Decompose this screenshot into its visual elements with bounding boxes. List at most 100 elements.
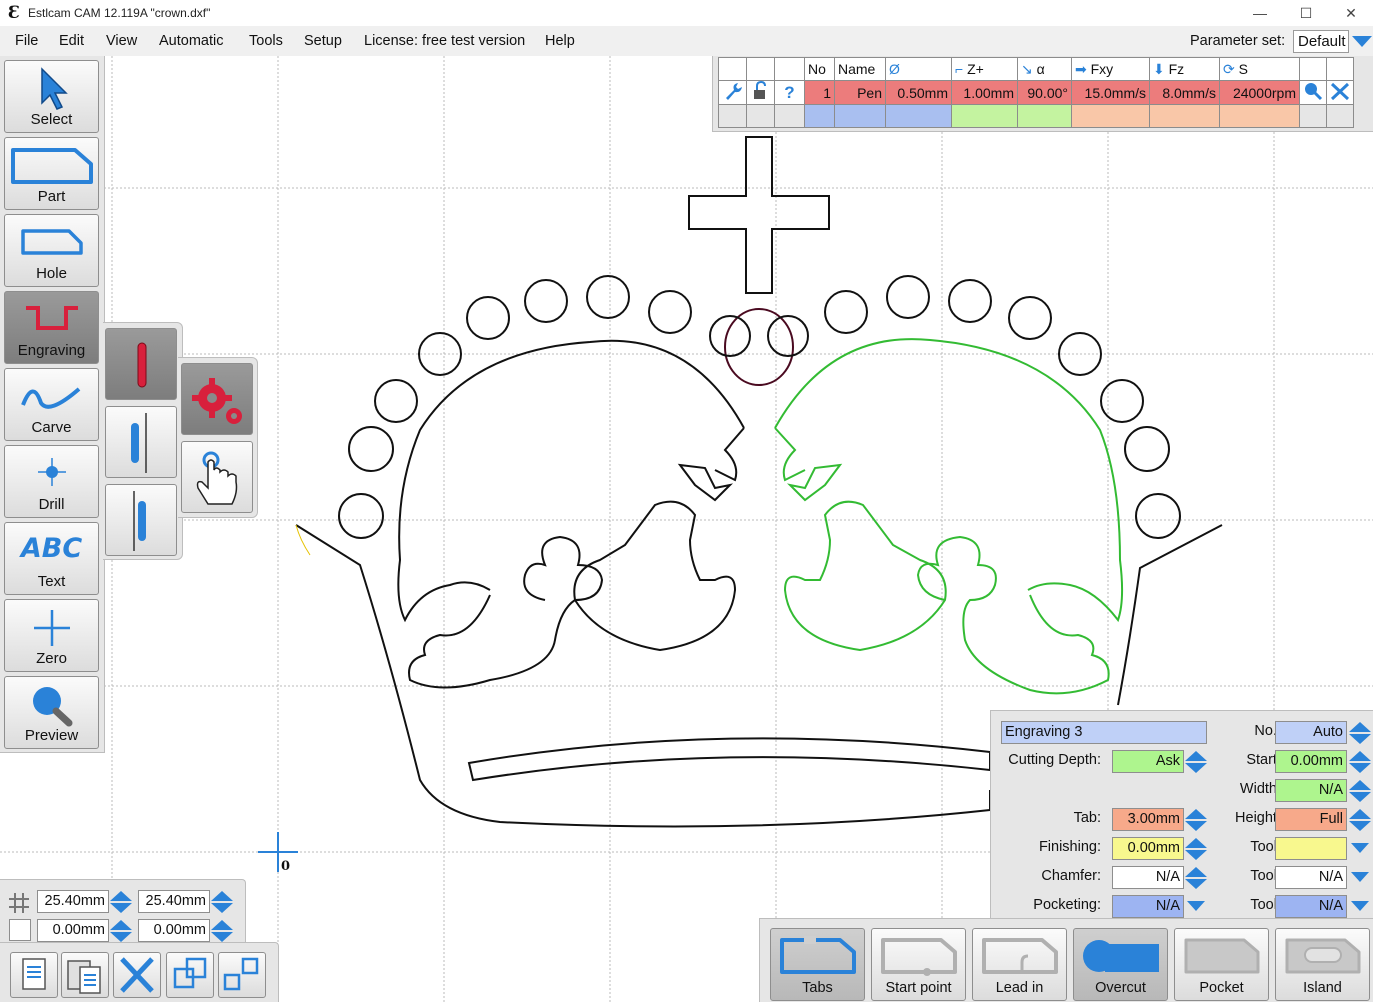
start-spinner-icon[interactable]: [1349, 751, 1371, 773]
wrench-icon[interactable]: [718, 80, 747, 105]
lead-in-button[interactable]: Lead in: [972, 928, 1067, 1001]
close-button[interactable]: ✕: [1328, 0, 1373, 26]
col-speed[interactable]: ⟳ S: [1219, 57, 1300, 81]
delete-button[interactable]: [113, 952, 161, 998]
col-diameter[interactable]: Ø: [885, 57, 952, 81]
tab-field[interactable]: 3.00mm: [1112, 808, 1184, 831]
pocket-button[interactable]: Pocket: [1174, 928, 1269, 1001]
help-icon[interactable]: ?: [774, 80, 805, 105]
finishing-field[interactable]: 0.00mm: [1112, 837, 1184, 860]
tool-no[interactable]: 1: [804, 80, 835, 105]
height-field[interactable]: Full: [1275, 808, 1347, 831]
tool-delete-icon[interactable]: [1326, 80, 1354, 105]
lock-icon[interactable]: [746, 80, 775, 105]
tab-spinner-icon[interactable]: [1185, 809, 1207, 831]
menu-edit[interactable]: Edit: [59, 33, 84, 49]
engraving-label: Engraving: [17, 342, 86, 359]
ungroup-button[interactable]: [218, 952, 266, 998]
engrave-left-button[interactable]: [105, 406, 177, 478]
cutting-depth-spinner-icon[interactable]: [1185, 751, 1207, 773]
tool1-field[interactable]: [1275, 837, 1347, 860]
island-label: Island: [1303, 980, 1342, 996]
pocketing-field[interactable]: N/A: [1112, 895, 1184, 918]
window-title: Estlcam CAM 12.119A "crown.dxf": [28, 6, 211, 20]
start-field[interactable]: 0.00mm: [1275, 750, 1347, 773]
width-spinner-icon[interactable]: [1349, 780, 1371, 802]
manual-hand-button[interactable]: [181, 441, 253, 513]
cutting-depth-field[interactable]: Ask: [1112, 750, 1184, 773]
copy-button[interactable]: [10, 952, 58, 998]
grid-x-field[interactable]: 25.40mm: [37, 890, 109, 913]
parameter-set-select[interactable]: Default: [1293, 30, 1349, 53]
no-spinner-icon[interactable]: [1349, 722, 1371, 744]
preview-button[interactable]: Preview: [4, 676, 99, 749]
offset-y-spinner-icon[interactable]: [211, 920, 233, 942]
parameter-set-dropdown-icon[interactable]: [1352, 36, 1372, 47]
tool-fz[interactable]: 8.0mm/s: [1149, 80, 1220, 105]
chamfer-spinner-icon[interactable]: [1185, 867, 1207, 889]
col-angle[interactable]: ↘ α: [1017, 57, 1072, 81]
group-squares-icon: [173, 957, 207, 989]
operation-name-input[interactable]: Engraving 3: [1001, 721, 1207, 744]
tool3-dropdown-icon[interactable]: [1351, 901, 1369, 911]
width-field[interactable]: N/A: [1275, 779, 1347, 802]
menu-file[interactable]: File: [15, 33, 38, 49]
tool-diameter[interactable]: 0.50mm: [885, 80, 952, 105]
tool3-field[interactable]: N/A: [1275, 895, 1347, 918]
preview-label: Preview: [24, 727, 79, 744]
island-button[interactable]: Island: [1275, 928, 1370, 1001]
grid-y-spinner-icon[interactable]: [211, 891, 233, 913]
part-button[interactable]: Part: [4, 137, 99, 210]
menu-license[interactable]: License: free test version: [364, 33, 525, 49]
maximize-button[interactable]: ☐: [1283, 0, 1329, 26]
grid-x-spinner-icon[interactable]: [110, 891, 132, 913]
grid-y-field[interactable]: 25.40mm: [138, 890, 210, 913]
engrave-right-button[interactable]: [105, 484, 177, 556]
drill-button[interactable]: Drill: [4, 445, 99, 518]
minimize-button[interactable]: —: [1237, 0, 1283, 26]
tool-angle[interactable]: 90.00°: [1017, 80, 1072, 105]
tool-search-icon[interactable]: [1299, 80, 1327, 105]
no-field[interactable]: Auto: [1275, 721, 1347, 744]
tool-fxy[interactable]: 15.0mm/s: [1071, 80, 1150, 105]
snap-checkbox[interactable]: [9, 919, 31, 941]
tool-z-plus[interactable]: 1.00mm: [951, 80, 1018, 105]
start-point-button[interactable]: Start point: [871, 928, 966, 1001]
finishing-spinner-icon[interactable]: [1185, 838, 1207, 860]
offset-y-field[interactable]: 0.00mm: [138, 919, 210, 942]
width-label: Width:: [1239, 781, 1281, 797]
offset-x-field[interactable]: 0.00mm: [37, 919, 109, 942]
menu-tools[interactable]: Tools: [249, 33, 283, 49]
height-spinner-icon[interactable]: [1349, 809, 1371, 831]
tabs-button[interactable]: Tabs: [770, 928, 865, 1001]
chamfer-field[interactable]: N/A: [1112, 866, 1184, 889]
menu-automatic[interactable]: Automatic: [159, 33, 223, 49]
auto-gear-button[interactable]: [181, 363, 253, 435]
engraving-button[interactable]: Engraving: [4, 291, 99, 364]
hole-button[interactable]: Hole: [4, 214, 99, 287]
engrave-center-button[interactable]: [105, 328, 177, 400]
paste-button[interactable]: [61, 952, 109, 998]
text-button[interactable]: ABC Text: [4, 522, 99, 595]
menu-view[interactable]: View: [106, 33, 137, 49]
offset-x-spinner-icon[interactable]: [110, 920, 132, 942]
tool-speed[interactable]: 24000rpm: [1219, 80, 1300, 105]
overcut-button[interactable]: Overcut: [1073, 928, 1168, 1001]
col-no[interactable]: No: [804, 57, 835, 81]
group-button[interactable]: [166, 952, 214, 998]
menu-setup[interactable]: Setup: [304, 33, 342, 49]
zero-button[interactable]: Zero: [4, 599, 99, 672]
menu-help[interactable]: Help: [545, 33, 575, 49]
col-fz[interactable]: ⬇ Fz: [1149, 57, 1220, 81]
tool-name[interactable]: Pen: [834, 80, 886, 105]
select-button[interactable]: Select: [4, 60, 99, 133]
carve-button[interactable]: Carve: [4, 368, 99, 441]
pocketing-dropdown-icon[interactable]: [1187, 901, 1205, 911]
tool2-field[interactable]: N/A: [1275, 866, 1347, 889]
tool2-dropdown-icon[interactable]: [1351, 872, 1369, 882]
tool-row[interactable]: ? 1 Pen 0.50mm 1.00mm 90.00° 15.0mm/s 8.…: [718, 80, 1354, 105]
col-z-plus[interactable]: ⌐ Z+: [951, 57, 1018, 81]
col-fxy[interactable]: ➡ Fxy: [1071, 57, 1150, 81]
tool1-dropdown-icon[interactable]: [1351, 843, 1369, 853]
col-name[interactable]: Name: [834, 57, 886, 81]
